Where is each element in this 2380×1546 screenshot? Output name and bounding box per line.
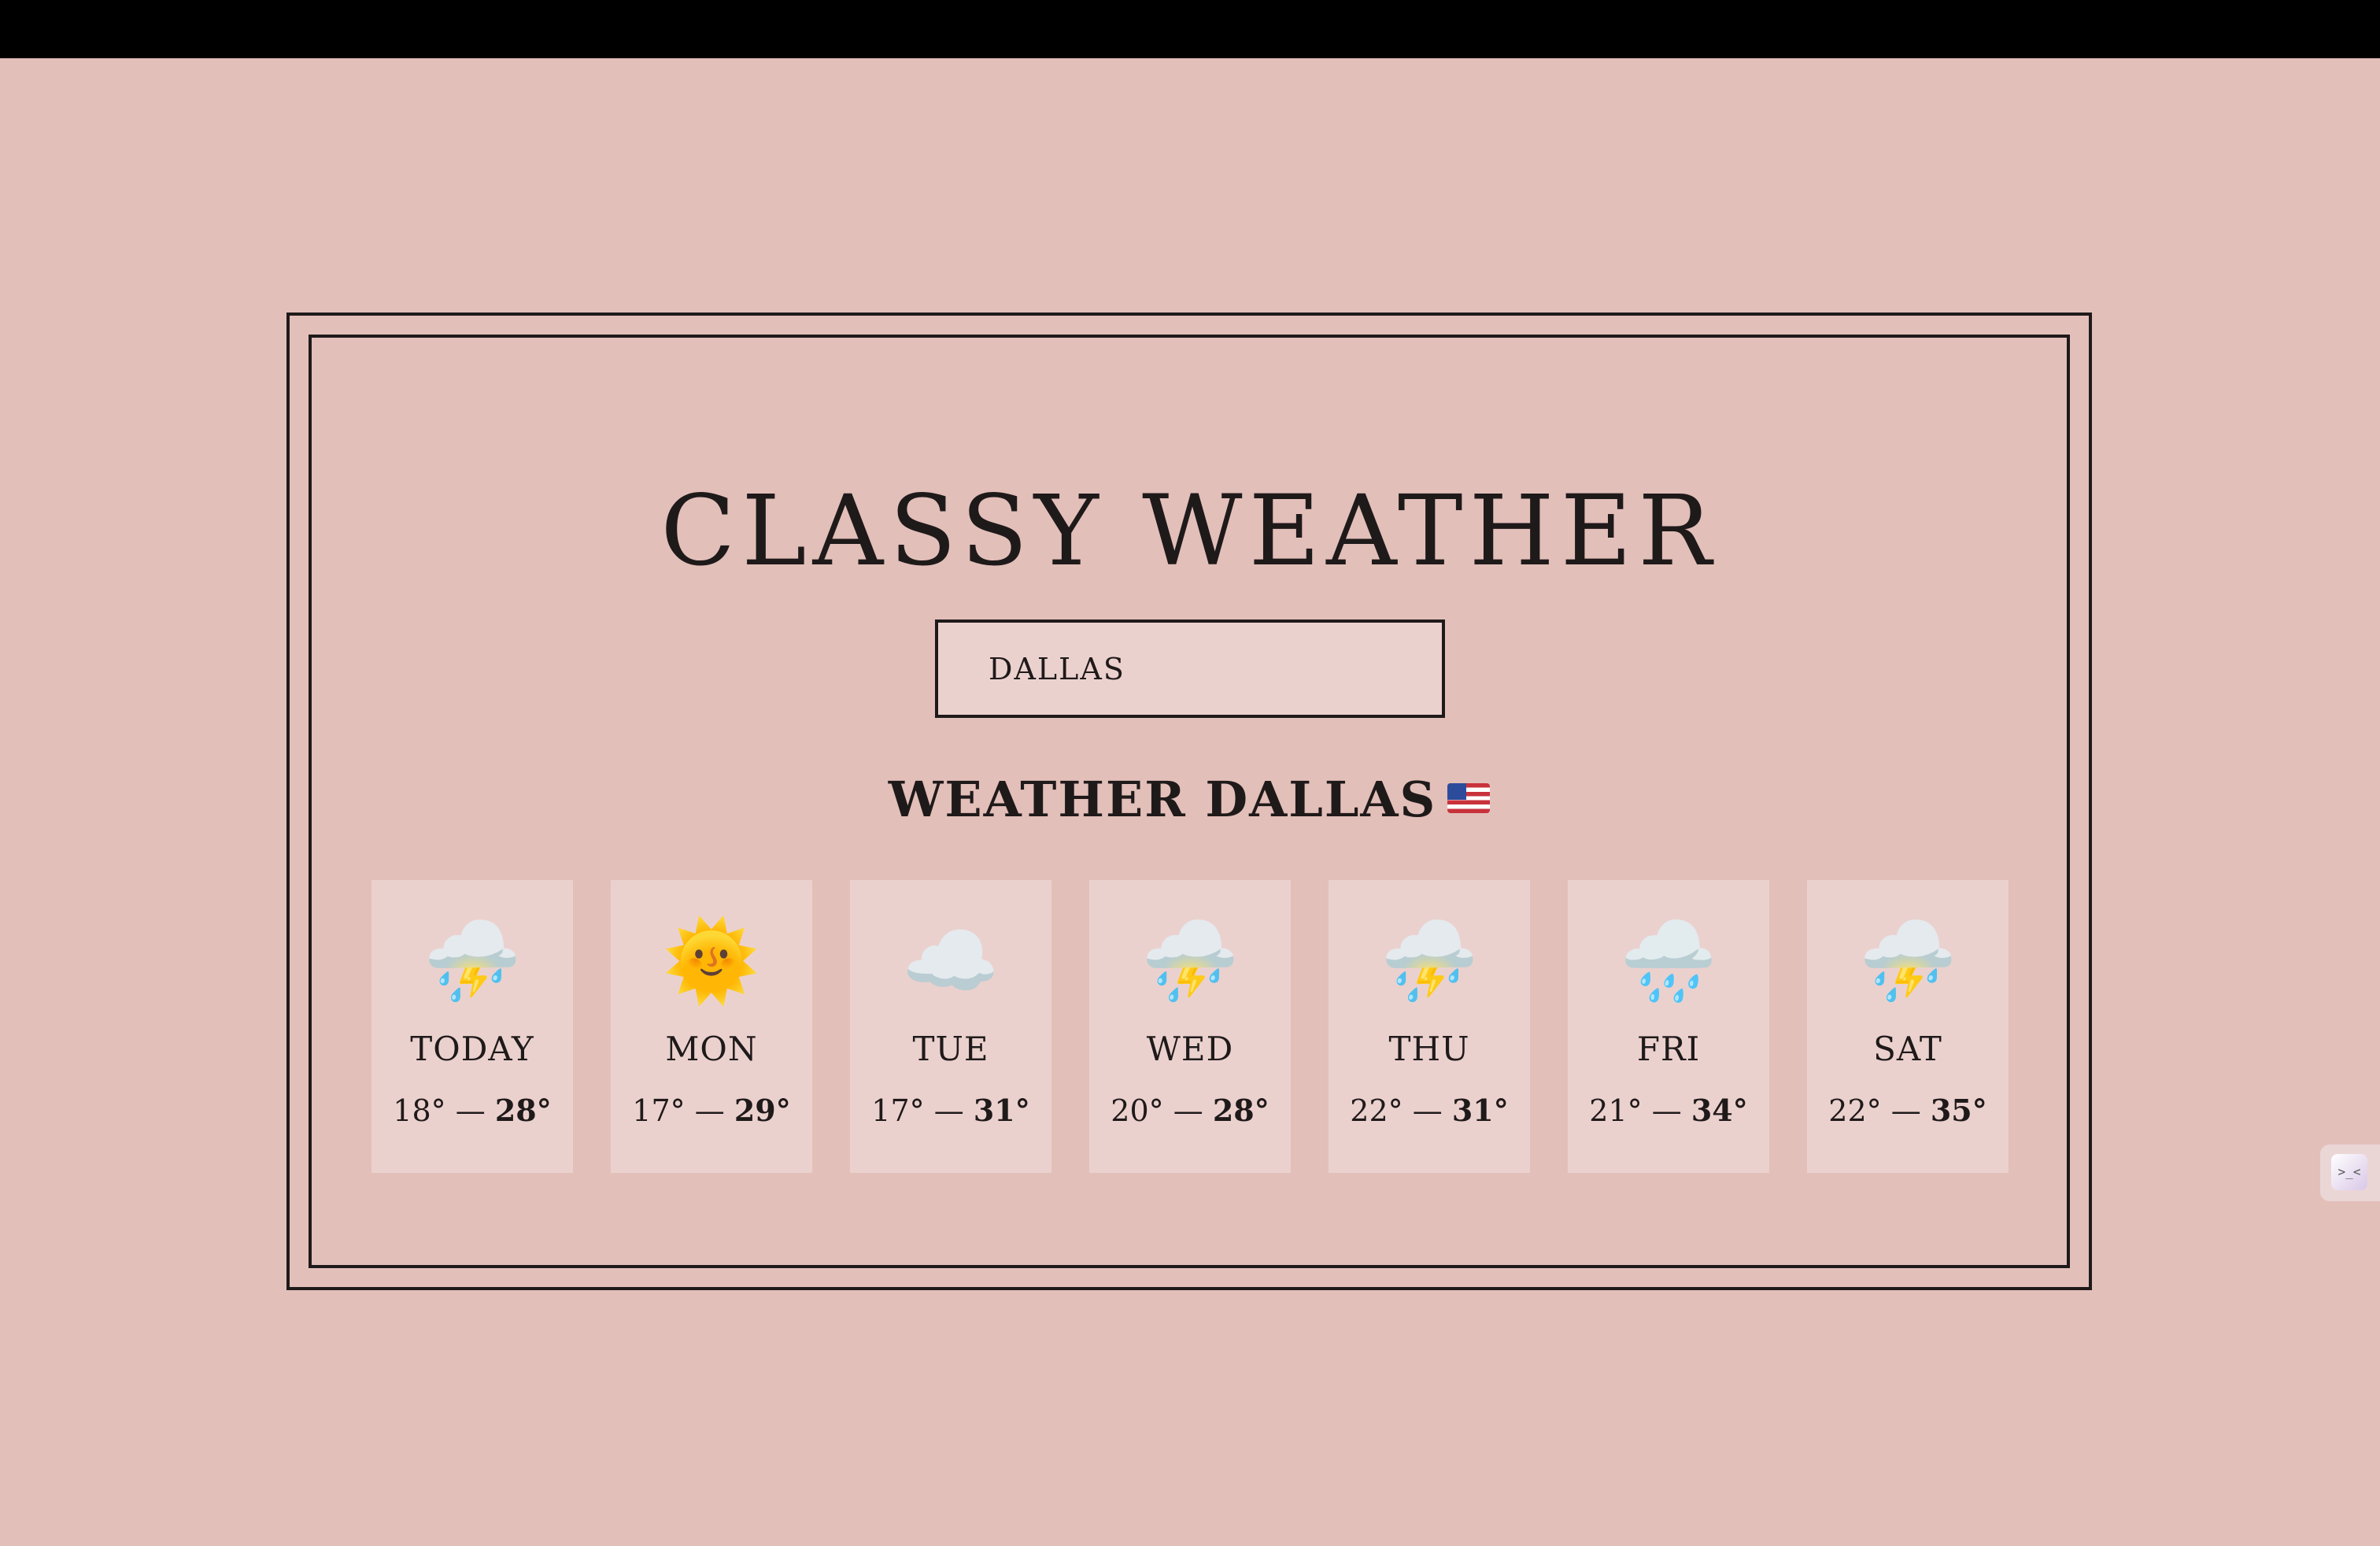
- temp-high: 31°: [973, 1093, 1030, 1128]
- forecast-day-name: TUE: [912, 1030, 989, 1068]
- temp-separator: —: [1881, 1093, 1931, 1128]
- extension-widget-icon: >_<: [2331, 1154, 2367, 1190]
- forecast-temperature-range: 17° — 29°: [611, 1096, 812, 1126]
- location-search-input[interactable]: [935, 620, 1445, 718]
- temp-low: 17°: [632, 1093, 686, 1128]
- thunderstorm-icon: ⛈️: [1140, 915, 1240, 1007]
- forecast-day-card: 🌧️ FRI 21° — 34°: [1568, 880, 1769, 1173]
- temp-low: 20°: [1111, 1093, 1164, 1128]
- forecast-temperature-range: 18° — 28°: [371, 1096, 573, 1126]
- rain-icon: 🌧️: [1619, 915, 1718, 1007]
- us-flag-icon: [1447, 783, 1491, 813]
- forecast-day-name: SAT: [1873, 1030, 1942, 1068]
- forecast-day-name: FRI: [1636, 1030, 1701, 1068]
- cloud-icon: ☁️: [901, 915, 1000, 1007]
- temp-low: 17°: [871, 1093, 925, 1128]
- location-heading-text: Weather DALLAS: [888, 771, 1437, 828]
- temp-high: 34°: [1691, 1093, 1748, 1128]
- thunderstorm-icon: ⛈️: [423, 915, 522, 1007]
- thunderstorm-icon: ⛈️: [1380, 915, 1479, 1007]
- temp-low: 21°: [1589, 1093, 1643, 1128]
- forecast-day-card: ⛈️ SAT 22° — 35°: [1807, 880, 2009, 1173]
- temp-low: 18°: [393, 1093, 446, 1128]
- extension-widget-button[interactable]: >_<: [2320, 1145, 2380, 1201]
- forecast-day-name: MON: [665, 1030, 758, 1068]
- temp-separator: —: [685, 1093, 734, 1128]
- temp-high: 31°: [1451, 1093, 1509, 1128]
- temp-separator: —: [1163, 1093, 1213, 1128]
- temp-high: 28°: [494, 1093, 552, 1128]
- location-heading: Weather DALLAS: [309, 775, 2070, 824]
- temp-separator: —: [924, 1093, 974, 1128]
- window-top-bar: [0, 0, 2380, 58]
- temp-separator: —: [1642, 1093, 1691, 1128]
- temp-separator: —: [445, 1093, 495, 1128]
- forecast-day-card: 🌞 MON 17° — 29°: [611, 880, 812, 1173]
- temp-separator: —: [1402, 1093, 1452, 1128]
- forecast-day-card: ⛈️ WED 20° — 28°: [1089, 880, 1291, 1173]
- forecast-temperature-range: 22° — 35°: [1807, 1096, 2009, 1126]
- temp-low: 22°: [1828, 1093, 1882, 1128]
- forecast-temperature-range: 17° — 31°: [850, 1096, 1051, 1126]
- app-title: Classy Weather: [660, 475, 1718, 589]
- forecast-day-card: ⛈️ THU 22° — 31°: [1329, 880, 1530, 1173]
- temp-high: 28°: [1212, 1093, 1269, 1128]
- forecast-day-name: THU: [1388, 1030, 1470, 1068]
- forecast-day-card: ⛈️ TODAY 18° — 28°: [371, 880, 573, 1173]
- temp-low: 22°: [1350, 1093, 1403, 1128]
- forecast-day-card: ☁️ TUE 17° — 31°: [850, 880, 1051, 1173]
- forecast-temperature-range: 22° — 31°: [1329, 1096, 1530, 1126]
- forecast-temperature-range: 20° — 28°: [1089, 1096, 1291, 1126]
- temp-high: 35°: [1930, 1093, 1987, 1128]
- sun-icon: 🌞: [662, 915, 761, 1007]
- temp-high: 29°: [734, 1093, 791, 1128]
- forecast-day-name: WED: [1146, 1030, 1234, 1068]
- thunderstorm-icon: ⛈️: [1858, 915, 1957, 1007]
- forecast-day-name: TODAY: [410, 1030, 534, 1068]
- forecast-temperature-range: 21° — 34°: [1568, 1096, 1769, 1126]
